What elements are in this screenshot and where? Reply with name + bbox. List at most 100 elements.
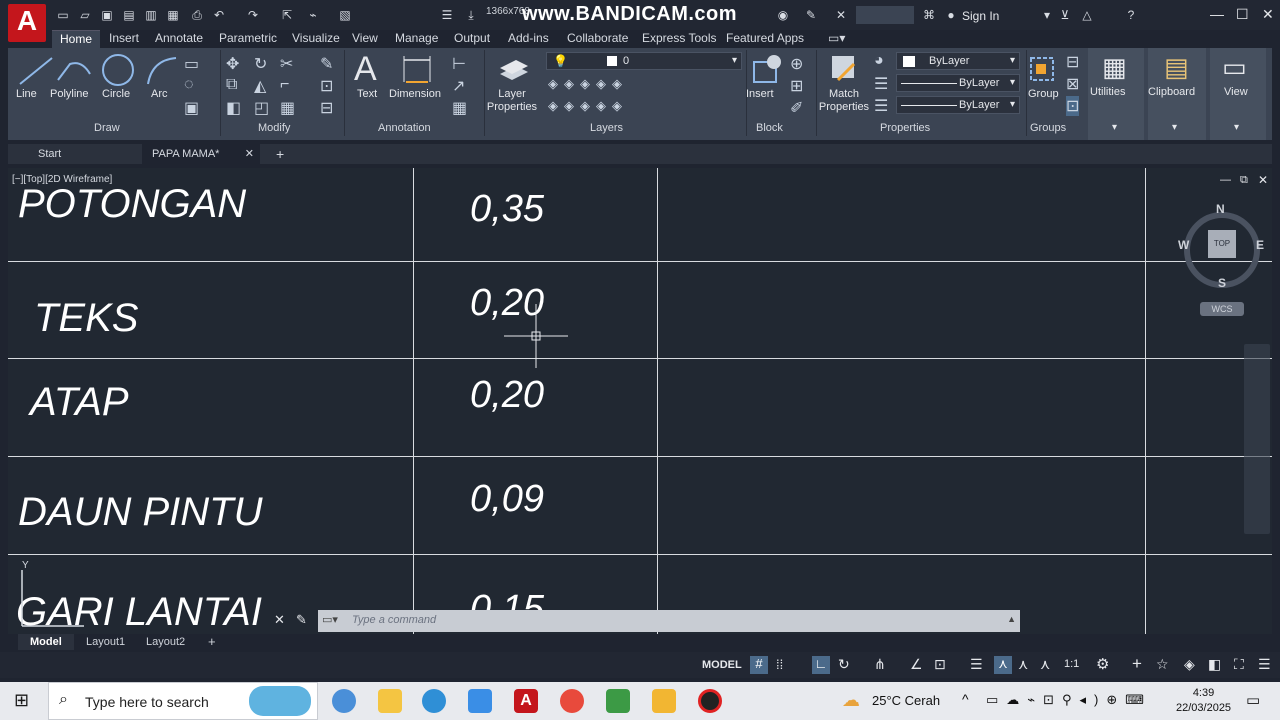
maximize-button[interactable]: ☐ — [1236, 6, 1249, 23]
binoculars-icon[interactable]: ⌘ — [922, 8, 936, 22]
tab-view[interactable]: View — [344, 30, 386, 48]
tray-icons[interactable]: ▭☁⌁⊡⚲◂)⊕⌨ — [986, 692, 1152, 708]
linear-icon[interactable]: ⊢ — [452, 54, 466, 74]
tab-more-icon[interactable]: ▭▾ — [820, 30, 853, 48]
chevron-up-icon[interactable]: ▲ — [1007, 614, 1016, 624]
utilities-panel[interactable]: ▦ Utilities ▾ — [1088, 48, 1144, 140]
tab-home[interactable]: Home — [52, 30, 101, 48]
line-button[interactable]: Line — [16, 88, 37, 100]
tab-parametric[interactable]: Parametric — [211, 30, 285, 48]
insert-button[interactable]: Insert — [746, 88, 774, 100]
properties-group-label[interactable]: Properties — [880, 122, 930, 134]
clipboard-panel[interactable]: ▤ Clipboard ▾ — [1148, 48, 1206, 140]
annotation-scale-icon[interactable]: ⋏ — [1040, 656, 1050, 673]
tab-visualize[interactable]: Visualize — [284, 30, 348, 48]
copy-icon[interactable]: ⧉ — [226, 76, 237, 94]
dropdown-icon[interactable]: ▾ — [1040, 8, 1054, 22]
circle-button[interactable]: Circle — [102, 88, 130, 100]
sign-in-button[interactable]: Sign In — [962, 9, 999, 23]
drawing-canvas[interactable]: [−][Top][2D Wireframe] — ⧉ ✕ POTONGAN 0,… — [8, 168, 1272, 634]
modify-group-label[interactable]: Modify — [258, 122, 290, 134]
group-icon[interactable] — [1028, 52, 1058, 86]
color-wheel-icon[interactable]: ◕ — [874, 52, 884, 70]
layer-properties-icon[interactable] — [496, 52, 530, 86]
hatch-icon[interactable]: ◌ — [184, 76, 194, 94]
command-history-icon[interactable]: ▭▾ — [322, 613, 338, 626]
insert-icon[interactable] — [752, 52, 784, 86]
hardware-acceleration-icon[interactable]: ◈ — [1184, 656, 1195, 673]
move-icon[interactable]: ✥ — [226, 54, 239, 74]
tab-layout2[interactable]: Layout2 — [134, 634, 197, 650]
wcs-menu[interactable]: WCS — [1200, 302, 1244, 316]
viewport-minimize-icon[interactable]: — — [1220, 174, 1231, 186]
close-tab-icon[interactable]: ✕ — [245, 144, 254, 164]
ungroup-icon[interactable]: ⊟ — [1066, 52, 1079, 72]
open-icon[interactable]: ▱ — [78, 8, 92, 22]
menu-icon[interactable]: ☰ — [440, 8, 454, 22]
match-icon[interactable]: ⌁ — [306, 8, 320, 22]
save-as-icon[interactable]: ▤ — [122, 8, 136, 22]
new-tab-button[interactable]: + — [266, 144, 294, 164]
mirror-icon[interactable]: ◭ — [254, 76, 266, 96]
edit-block-icon[interactable]: ⊞ — [790, 76, 803, 96]
weather-text[interactable]: 25°C Cerah — [872, 693, 940, 708]
isodraft-icon[interactable]: ⋔ — [874, 656, 886, 673]
plot-icon[interactable]: ▦ — [166, 8, 180, 22]
line-icon[interactable] — [16, 54, 56, 88]
stretch-icon[interactable]: ◧ — [226, 98, 241, 118]
annotation-visibility-icon[interactable]: ⋏ — [994, 656, 1012, 674]
command-line[interactable]: ▭▾ Type a command ▲ — [318, 610, 1020, 632]
group-button[interactable]: Group — [1028, 88, 1059, 100]
tab-addins[interactable]: Add-ins — [500, 30, 557, 48]
customize-icon[interactable]: ✎ — [296, 612, 307, 628]
clipboard-button[interactable]: Clipboard — [1148, 86, 1195, 98]
scale-dropdown[interactable]: 1:1 — [1064, 658, 1079, 670]
viewcube-top-face[interactable]: TOP — [1208, 230, 1236, 258]
table-icon[interactable]: ▦ — [452, 98, 467, 118]
leader-icon[interactable]: ↗ — [452, 76, 465, 96]
tab-papa-mama[interactable]: PAPA MAMA* ✕ — [142, 144, 260, 164]
notification-icon[interactable]: ▭ — [1246, 691, 1260, 709]
layer-tools-row-1[interactable]: ◈◈◈◈◈ — [548, 76, 628, 92]
new-icon[interactable]: ▭ — [56, 8, 70, 22]
array-icon[interactable]: ▦ — [280, 98, 295, 118]
viewport-restore-icon[interactable]: ⧉ — [1240, 174, 1248, 187]
tab-model[interactable]: Model — [18, 634, 74, 650]
utilities-button[interactable]: Utilities — [1090, 86, 1125, 98]
help-icon[interactable]: ? — [1124, 8, 1138, 22]
edge-icon[interactable] — [422, 689, 446, 713]
photos-icon[interactable] — [468, 689, 492, 713]
view-panel[interactable]: ▭ View ▾ — [1210, 48, 1266, 140]
user-icon[interactable]: ● — [944, 8, 958, 22]
snap-icon[interactable]: ⁞⁞ — [776, 657, 783, 672]
gear-icon[interactable]: ⚙ — [1096, 655, 1109, 673]
tab-insert[interactable]: Insert — [101, 30, 147, 48]
system-clock[interactable]: 4:39 22/03/2025 — [1176, 686, 1231, 716]
erase-icon[interactable]: ✎ — [320, 54, 333, 74]
web-mobile-icon[interactable]: ▥ — [144, 8, 158, 22]
isolate-icon[interactable]: ☆ — [1156, 656, 1169, 673]
close-recorder-icon[interactable]: ✕ — [834, 8, 848, 22]
close-button[interactable]: ✕ — [1262, 6, 1274, 23]
polyline-icon[interactable] — [54, 54, 94, 88]
model-space-toggle[interactable]: MODEL — [702, 659, 742, 671]
navigation-bar[interactable] — [1244, 344, 1270, 534]
compass-east[interactable]: E — [1256, 238, 1264, 252]
a360-icon[interactable]: △ — [1080, 8, 1094, 22]
add-layout-button[interactable]: + — [196, 634, 228, 651]
layer-dropdown[interactable]: 💡 0 ▾ — [546, 52, 742, 70]
compass-west[interactable]: W — [1178, 238, 1189, 252]
minimize-button[interactable]: — — [1210, 6, 1224, 22]
sketchup-icon[interactable] — [606, 689, 630, 713]
auto-scale-icon[interactable]: ⋏ — [1018, 656, 1028, 673]
redo-icon[interactable]: ↷ — [246, 8, 260, 22]
file-explorer-icon[interactable] — [378, 689, 402, 713]
chrome-profile-icon[interactable] — [332, 689, 356, 713]
taskbar-search[interactable]: ⌕ Type here to search — [48, 682, 318, 720]
attribute-icon[interactable]: ✐ — [790, 98, 803, 118]
cart-icon[interactable]: ⊻ — [1058, 8, 1072, 22]
tab-output[interactable]: Output — [446, 30, 498, 48]
tab-start[interactable]: Start — [28, 144, 71, 164]
search-field[interactable] — [856, 6, 914, 24]
tab-featured-apps[interactable]: Featured Apps — [718, 30, 812, 48]
